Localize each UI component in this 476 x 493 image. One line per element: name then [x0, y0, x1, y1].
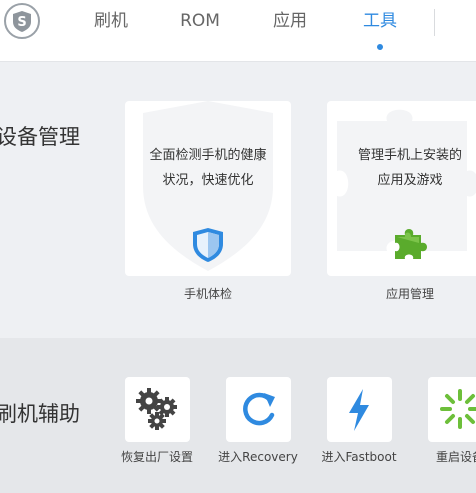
- enter-fastboot-button[interactable]: [327, 377, 392, 442]
- phone-checkup-caption: 手机体检: [183, 287, 232, 301]
- card-description-line1: 管理手机上安装的: [357, 148, 462, 163]
- lightning-icon: [349, 389, 369, 431]
- device-management-title: 设备管理: [0, 125, 80, 149]
- nav-divider: [434, 9, 435, 36]
- tab-apps[interactable]: 应用: [270, 9, 310, 33]
- enter-fastboot-label: 进入Fastboot: [321, 450, 397, 464]
- phone-checkup-card[interactable]: 全面检测手机的健康 状况，快速优化: [125, 101, 291, 276]
- refresh-icon: [243, 392, 275, 426]
- app-management-card[interactable]: 管理手机上安装的 应用及游戏: [327, 101, 476, 276]
- top-nav-bar: S 刷机 ROM 应用 工具: [0, 0, 476, 62]
- card-description-line1: 全面检测手机的健康: [149, 148, 267, 163]
- reboot-device-button[interactable]: [428, 377, 476, 442]
- app-management-caption: 应用管理: [385, 287, 434, 301]
- gears-icon: [136, 388, 177, 430]
- factory-reset-button[interactable]: [125, 377, 190, 442]
- enter-recovery-button[interactable]: [226, 377, 291, 442]
- tab-rom[interactable]: ROM: [176, 9, 224, 33]
- active-tab-indicator: [377, 44, 383, 50]
- tab-flash[interactable]: 刷机: [91, 9, 131, 33]
- flash-assist-title: 刷机辅助: [0, 402, 80, 426]
- loading-spinner-icon: [440, 389, 476, 429]
- reboot-device-label: 重启设备: [435, 450, 476, 464]
- factory-reset-label: 恢复出厂设置: [120, 450, 193, 464]
- enter-recovery-label: 进入Recovery: [218, 450, 298, 464]
- card-description-line2: 状况，快速优化: [162, 173, 254, 188]
- svg-text:S: S: [17, 15, 26, 30]
- shield-icon: [193, 228, 223, 262]
- shield-s-logo-icon[interactable]: S: [3, 2, 41, 40]
- card-description-line2: 应用及游戏: [377, 173, 443, 188]
- puzzle-icon: [395, 229, 427, 259]
- tab-tools[interactable]: 工具: [360, 9, 400, 33]
